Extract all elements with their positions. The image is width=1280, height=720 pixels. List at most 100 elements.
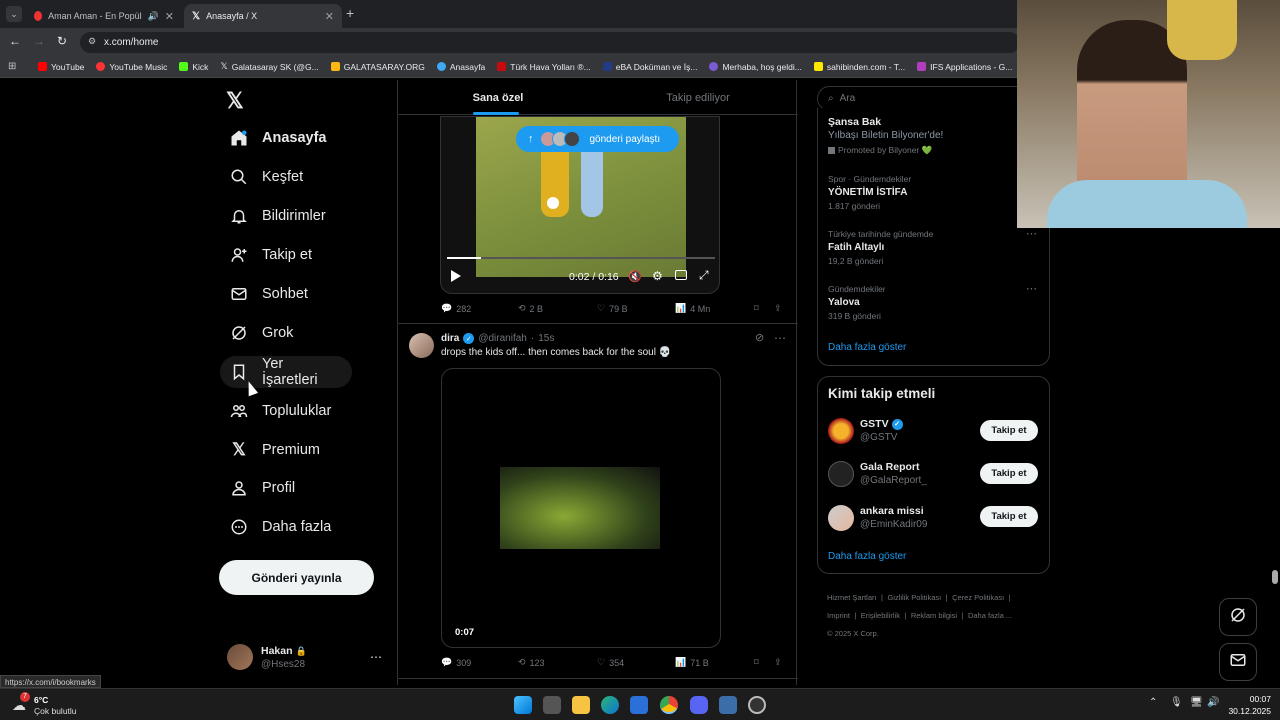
repost-button[interactable]: ⟲ 2 B	[518, 303, 543, 314]
messages-floating-button[interactable]	[1219, 643, 1257, 681]
avatar[interactable]	[409, 333, 434, 358]
bookmark-ifs[interactable]: IFS Applications - G...	[917, 62, 1012, 72]
forward-icon[interactable]: →	[33, 34, 45, 48]
pip-icon[interactable]	[675, 270, 687, 280]
bookmark-galatasaray-x[interactable]: 𝕏 Galatasaray SK (@G...	[220, 61, 318, 72]
grok-icon[interactable]: ⊘	[755, 331, 764, 344]
share-button[interactable]: ⇪	[774, 657, 782, 668]
more-dots-icon[interactable]: ⋯	[370, 650, 382, 664]
footer-link[interactable]: Gizlilik Politikası	[887, 593, 941, 602]
footer-link[interactable]: Erişilebilirlik	[861, 611, 900, 620]
bookmark-button[interactable]: ⌑	[754, 657, 759, 668]
speaker-icon[interactable]: 🔊	[148, 11, 159, 22]
close-tab-icon[interactable]: ✕	[325, 10, 334, 23]
footer-link[interactable]: Imprint	[827, 611, 850, 620]
more-dots-icon[interactable]: ⋯	[1026, 227, 1037, 240]
back-icon[interactable]: ←	[9, 34, 21, 48]
video-progress-track[interactable]	[447, 257, 715, 259]
nav-profile[interactable]: Profil	[220, 472, 305, 504]
like-button[interactable]: ♡ 79 B	[597, 303, 628, 314]
nav-explore[interactable]: Keşfet	[220, 161, 313, 193]
nav-messages[interactable]: Sohbet	[220, 278, 318, 310]
nav-bookmarks[interactable]: Yer İşaretleri	[220, 356, 352, 388]
browser-tab-x[interactable]: 𝕏 Anasayfa / X ✕	[184, 4, 342, 28]
browser-tab-music[interactable]: Aman Aman - En Popüler T... 🔊 ✕	[26, 4, 182, 28]
like-button[interactable]: ♡ 354	[597, 657, 624, 668]
show-more-link[interactable]: Daha fazla göster	[828, 342, 906, 353]
play-icon[interactable]	[451, 270, 461, 282]
post-button[interactable]: Gönderi yayınla	[219, 560, 374, 595]
discord-icon[interactable]	[690, 696, 708, 714]
trend-item[interactable]: Türkiye tarihinde gündemde Fatih Altaylı…	[828, 229, 1038, 266]
chrome-icon[interactable]	[660, 696, 678, 714]
address-bar[interactable]: ⚙ x.com/home	[80, 32, 1020, 53]
nav-follow[interactable]: Takip et	[220, 239, 322, 271]
x-logo-icon[interactable]: 𝕏	[226, 88, 244, 114]
microphone-icon[interactable]: 🎙	[1170, 697, 1183, 708]
account-switcher[interactable]: Hakan 🔒 @Hses28 ⋯	[222, 640, 390, 678]
network-icon[interactable]: 🖥	[1190, 697, 1203, 708]
volume-icon[interactable]: 🔊	[1207, 697, 1219, 708]
follow-button[interactable]: Takip et	[980, 463, 1038, 484]
task-view-icon[interactable]	[543, 696, 561, 714]
bookmark-sahibinden[interactable]: sahibinden.com - T...	[813, 62, 905, 72]
tab-for-you[interactable]: Sana özel	[398, 80, 598, 115]
weather-widget[interactable]: ☁ 7 6°C Çok bulutlu	[10, 692, 130, 718]
bookmark-eba[interactable]: eBA Doküman ve İş...	[602, 62, 697, 72]
reply-button[interactable]: 💬 282	[441, 303, 471, 314]
tray-chevron-icon[interactable]: ⌃	[1149, 697, 1157, 708]
reload-icon[interactable]: ↻	[57, 34, 67, 48]
close-tab-icon[interactable]: ✕	[165, 10, 174, 23]
nav-grok[interactable]: Grok	[220, 317, 303, 349]
bookmark-galatasaray-org[interactable]: GALATASARAY.ORG	[330, 62, 425, 72]
clock[interactable]: 00:07 30.12.2025	[1226, 694, 1271, 716]
fullscreen-icon[interactable]: ⤢	[699, 268, 709, 283]
follow-button[interactable]: Takip et	[980, 506, 1038, 527]
nav-notifications[interactable]: Bildirimler	[220, 200, 336, 232]
more-dots-icon[interactable]: ⋯	[1026, 282, 1037, 295]
new-posts-pill[interactable]: ↑ gönderi paylaştı	[516, 126, 679, 152]
footer-link[interactable]: Reklam bilgisi	[911, 611, 957, 620]
author-name[interactable]: dira	[441, 333, 459, 344]
nav-communities[interactable]: Topluluklar	[220, 395, 341, 427]
bookmark-thy[interactable]: Türk Hava Yolları ®...	[497, 62, 591, 72]
footer-link[interactable]: Daha fazla ...	[968, 611, 1012, 620]
bookmark-button[interactable]: ⌑	[754, 303, 759, 314]
bookmark-youtube-music[interactable]: YouTube Music	[96, 62, 167, 72]
bookmark-youtube[interactable]: YouTube	[38, 62, 84, 72]
new-tab-icon[interactable]: +	[346, 5, 354, 21]
footer-link[interactable]: Çerez Politikası	[952, 593, 1004, 602]
nav-more[interactable]: Daha fazla	[220, 511, 341, 543]
grok-floating-button[interactable]	[1219, 598, 1257, 636]
views-button[interactable]: 📊 4 Mn	[675, 303, 710, 314]
post-2-video[interactable]: 0:07	[441, 368, 721, 648]
more-dots-icon[interactable]: ⋯	[774, 331, 786, 345]
nav-premium[interactable]: 𝕏 Premium	[220, 434, 330, 466]
edge-icon[interactable]	[601, 696, 619, 714]
apps-grid-icon[interactable]: ⊞	[8, 61, 16, 72]
promo-title[interactable]: Şansa Bak	[828, 116, 881, 128]
repost-button[interactable]: ⟲ 123	[518, 657, 545, 668]
windows-start-icon[interactable]	[514, 696, 532, 714]
store-icon[interactable]	[630, 696, 648, 714]
trend-item[interactable]: Spor · Gündemdekiler YÖNETİM İSTİFA 1.81…	[828, 174, 1038, 211]
tab-following[interactable]: Takip ediliyor	[598, 80, 798, 115]
tab-list-dropdown[interactable]: ⌄	[6, 6, 22, 22]
bookmark-kick[interactable]: Kick	[179, 62, 208, 72]
reply-button[interactable]: 💬 309	[441, 657, 471, 668]
settings-gear-icon[interactable]: ⚙	[652, 269, 663, 283]
show-more-link[interactable]: Daha fazla göster	[828, 551, 906, 562]
trend-item[interactable]: Gündemdekiler Yalova 319 B gönderi	[828, 284, 1038, 321]
mute-icon[interactable]: 🔇	[628, 270, 642, 283]
obs-icon[interactable]	[748, 696, 766, 714]
footer-link[interactable]: Hizmet Şartları	[827, 593, 877, 602]
share-button[interactable]: ⇪	[774, 303, 782, 314]
file-explorer-icon[interactable]	[572, 696, 590, 714]
bookmark-anasayfa[interactable]: Anasayfa	[436, 62, 485, 72]
page-scrollbar-thumb[interactable]	[1272, 570, 1278, 584]
site-info-icon[interactable]: ⚙	[88, 36, 96, 47]
author-handle[interactable]: @diranifah	[478, 333, 527, 344]
nav-home[interactable]: Anasayfa	[220, 122, 336, 154]
follow-button[interactable]: Takip et	[980, 420, 1038, 441]
post-time[interactable]: 15s	[538, 333, 554, 344]
